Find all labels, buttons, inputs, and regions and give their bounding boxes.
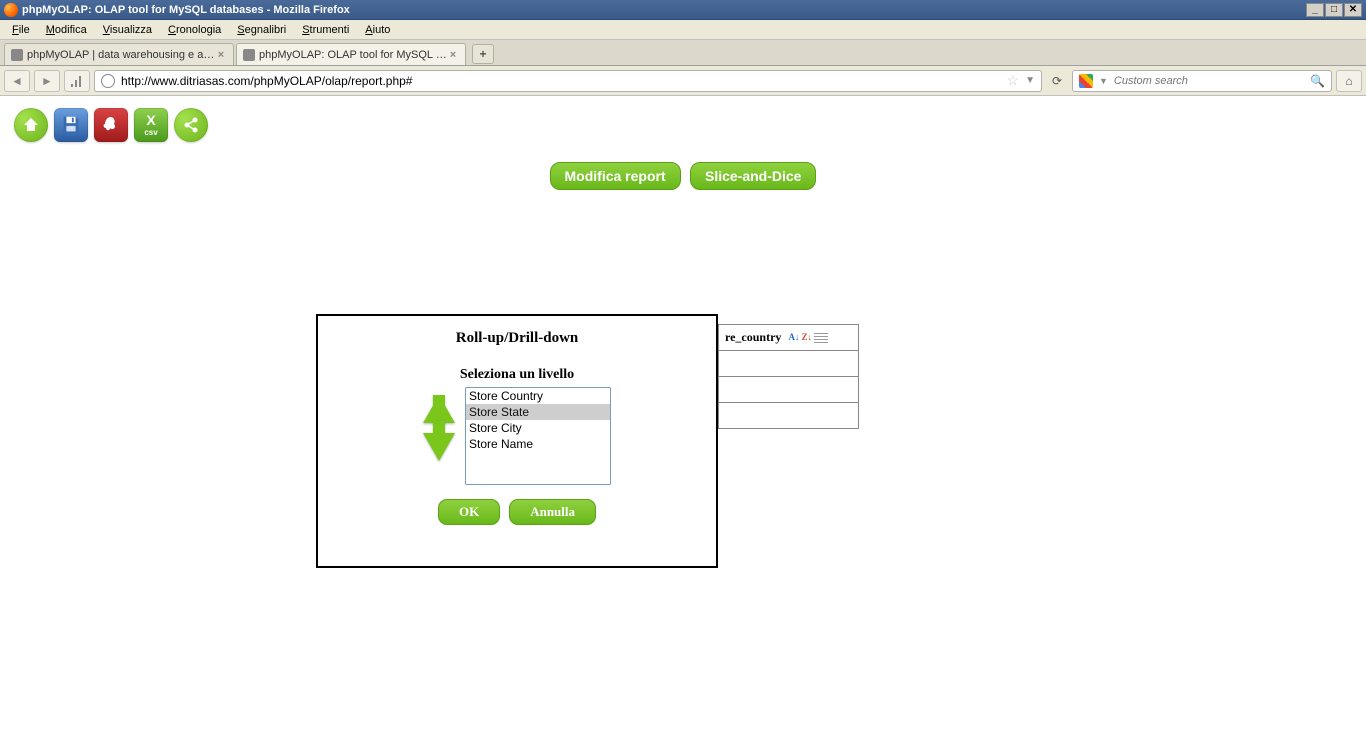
page-content: Xcsv Modifica report Slice-and-Dice re_c… — [0, 96, 1366, 196]
tab-favicon — [243, 49, 255, 61]
menu-tools[interactable]: Strumenti — [294, 24, 357, 36]
share-icon[interactable] — [174, 108, 208, 142]
search-icon[interactable]: 🔍 — [1310, 74, 1325, 88]
search-engine-dropdown-icon[interactable]: ▼ — [1099, 76, 1108, 86]
menu-help[interactable]: Aiuto — [357, 24, 398, 36]
dialog-title: Roll-up/Drill-down — [338, 330, 696, 347]
browser-tab[interactable]: phpMyOLAP: OLAP tool for MySQL datab... … — [236, 43, 466, 65]
window-minimize-button[interactable]: _ — [1306, 3, 1324, 17]
rollup-drilldown-dialog: Roll-up/Drill-down Seleziona un livello … — [316, 314, 718, 568]
tab-label: phpMyOLAP | data warehousing e analisi .… — [27, 49, 215, 61]
menu-edit[interactable]: Modifica — [38, 24, 95, 36]
window-title: phpMyOLAP: OLAP tool for MySQL databases… — [22, 4, 350, 16]
url-input[interactable] — [121, 74, 1001, 88]
window-titlebar: phpMyOLAP: OLAP tool for MySQL databases… — [0, 0, 1366, 20]
home-button[interactable]: ⌂ — [1336, 70, 1362, 92]
report-table: re_country A↓ Z↓ — [718, 324, 859, 429]
search-input[interactable] — [1114, 75, 1304, 87]
menu-view[interactable]: Visualizza — [95, 24, 160, 36]
window-maximize-button[interactable]: □ — [1325, 3, 1343, 17]
reload-button[interactable]: ⟳ — [1046, 74, 1068, 88]
export-pdf-icon[interactable] — [94, 108, 128, 142]
export-toolbar: Xcsv — [14, 108, 1356, 142]
table-cell — [719, 351, 859, 377]
tab-close-button[interactable]: × — [447, 49, 459, 61]
site-identity-icon[interactable] — [101, 74, 115, 88]
search-engine-icon[interactable] — [1079, 74, 1093, 88]
url-dropdown-icon[interactable]: ▼ — [1025, 75, 1035, 86]
sort-options-icon[interactable] — [814, 333, 828, 343]
level-option[interactable]: Store State — [466, 404, 610, 420]
tab-close-button[interactable]: × — [215, 49, 227, 61]
browser-tabstrip: phpMyOLAP | data warehousing e analisi .… — [0, 40, 1366, 66]
level-option[interactable]: Store City — [466, 420, 610, 436]
forward-button[interactable]: ► — [34, 70, 60, 92]
menu-history[interactable]: Cronologia — [160, 24, 229, 36]
browser-menubar: File Modifica Visualizza Cronologia Segn… — [0, 20, 1366, 40]
bookmark-star-icon[interactable]: ☆ — [1007, 72, 1020, 89]
dialog-subtitle: Seleziona un livello — [338, 367, 696, 383]
table-cell — [719, 403, 859, 429]
window-close-button[interactable]: ✕ — [1344, 3, 1362, 17]
level-select[interactable]: Store Country Store State Store City Sto… — [465, 387, 611, 485]
table-cell — [719, 377, 859, 403]
menu-bookmarks[interactable]: Segnalibri — [229, 24, 294, 36]
back-button[interactable]: ◄ — [4, 70, 30, 92]
modify-report-button[interactable]: Modifica report — [550, 162, 681, 190]
report-actions: Modifica report Slice-and-Dice — [10, 162, 1356, 190]
level-option[interactable]: Store Name — [466, 436, 610, 452]
tab-favicon — [11, 49, 23, 61]
level-option[interactable]: Store Country — [466, 388, 610, 404]
cancel-button[interactable]: Annulla — [509, 499, 596, 525]
export-excel-icon[interactable]: Xcsv — [134, 108, 168, 142]
browser-tab[interactable]: phpMyOLAP | data warehousing e analisi .… — [4, 43, 234, 65]
new-tab-button[interactable]: + — [472, 44, 494, 64]
ok-button[interactable]: OK — [438, 499, 500, 525]
drilldown-arrow-icon[interactable] — [423, 433, 455, 461]
sort-asc-icon[interactable]: A↓ — [788, 333, 799, 343]
search-box[interactable]: ▼ 🔍 — [1072, 70, 1332, 92]
browser-navbar: ◄ ► ☆ ▼ ⟳ ▼ 🔍 ⌂ — [0, 66, 1366, 96]
slice-and-dice-button[interactable]: Slice-and-Dice — [690, 162, 816, 190]
sidebar-button[interactable] — [64, 70, 90, 92]
address-bar[interactable]: ☆ ▼ — [94, 70, 1042, 92]
firefox-icon — [4, 3, 18, 17]
save-icon[interactable] — [54, 108, 88, 142]
tab-label: phpMyOLAP: OLAP tool for MySQL datab... — [259, 49, 447, 61]
column-header[interactable]: re_country A↓ Z↓ — [719, 325, 859, 351]
rollup-arrow-icon[interactable] — [423, 395, 455, 423]
sort-desc-icon[interactable]: Z↓ — [801, 333, 812, 343]
home-icon[interactable] — [14, 108, 48, 142]
menu-file[interactable]: File — [4, 24, 38, 36]
